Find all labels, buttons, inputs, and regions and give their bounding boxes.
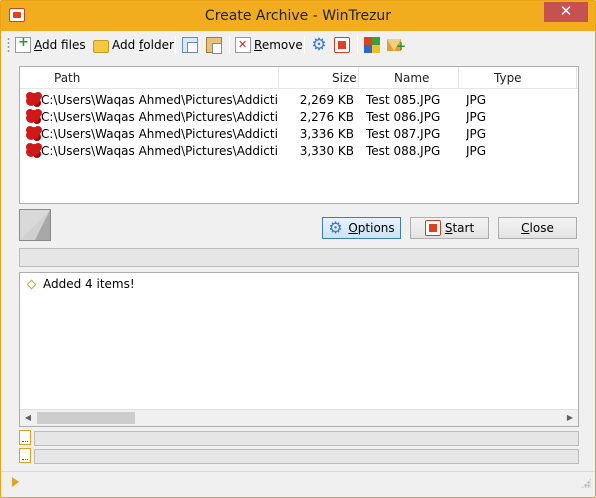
cell-type: JPG — [466, 110, 487, 124]
image-file-icon — [28, 144, 40, 156]
column-divider[interactable] — [278, 67, 279, 89]
add-files-icon — [15, 35, 31, 53]
progress-bar — [19, 248, 579, 267]
cell-size: 3,336 KB — [299, 127, 354, 141]
list-header: Path Size Name Type — [20, 67, 578, 89]
start-label: Start — [444, 221, 475, 235]
windows-logo-icon — [364, 37, 380, 53]
resize-grip[interactable] — [581, 478, 591, 488]
column-header-path[interactable]: Path — [54, 71, 80, 85]
cell-type: JPG — [466, 127, 487, 141]
cell-path: C:\Users\Waqas Ahmed\Pictures\Addictive … — [41, 127, 277, 141]
cell-name: Test 087.JPG — [366, 127, 441, 141]
total-progress-bar — [34, 449, 579, 464]
column-header-size[interactable]: Size — [332, 71, 357, 85]
cell-name: Test 085.JPG — [366, 93, 441, 107]
table-row[interactable]: C:\Users\Waqas Ahmed\Pictures\Addictive … — [20, 91, 578, 109]
play-arrow-icon — [12, 477, 19, 487]
table-row[interactable]: C:\Users\Waqas Ahmed\Pictures\Addictive … — [20, 108, 578, 126]
image-file-icon — [28, 110, 40, 122]
log-entry: Added 4 items! — [26, 277, 135, 291]
copy-icon — [182, 37, 198, 53]
close-label: Close — [521, 221, 554, 235]
log-entry-text: Added 4 items! — [43, 277, 135, 291]
copy-button[interactable] — [182, 34, 201, 56]
file-progress-bar — [34, 431, 579, 446]
gear-icon: ⚙ — [311, 35, 327, 55]
envelope-icon — [19, 209, 51, 241]
add-folder-label: Add folder — [112, 38, 174, 52]
image-file-icon — [28, 93, 40, 105]
toolbar-separator — [229, 36, 230, 54]
info-diamond-icon — [26, 279, 37, 289]
windows-button[interactable] — [364, 34, 383, 56]
cell-name: Test 086.JPG — [366, 110, 441, 124]
add-files-label: Add files — [34, 38, 86, 52]
paste-icon — [206, 37, 222, 54]
total-progress-icon — [19, 448, 31, 463]
cell-size: 2,276 KB — [299, 110, 354, 124]
options-button[interactable]: ⚙ Options — [322, 217, 401, 239]
toolbar-separator — [304, 36, 305, 54]
cell-type: JPG — [466, 93, 487, 107]
table-row[interactable]: C:\Users\Waqas Ahmed\Pictures\Addictive … — [20, 142, 578, 160]
window-title: Create Archive - WinTrezur — [204, 8, 392, 24]
add-files-button[interactable]: Add files — [15, 34, 86, 56]
status-bar — [1, 471, 595, 491]
log-panel[interactable]: Added 4 items! ◀ ▶ — [19, 272, 579, 427]
column-divider[interactable] — [576, 67, 577, 89]
wintrezur-icon — [334, 37, 350, 53]
add-folder-button[interactable]: Add folder — [93, 34, 174, 56]
column-divider[interactable] — [458, 67, 459, 89]
remove-button[interactable]: Remove — [235, 34, 303, 56]
envelope-add-icon — [387, 37, 406, 53]
options-label: Options — [348, 221, 395, 235]
settings-button[interactable]: ⚙ — [311, 34, 330, 56]
image-file-icon — [28, 127, 40, 139]
toolbar-separator — [175, 36, 176, 54]
create-archive-window: Create Archive - WinTrezur ✕ Add files A… — [0, 0, 596, 498]
wintrezur-button[interactable] — [334, 34, 353, 56]
start-icon — [424, 220, 441, 236]
cell-path: C:\Users\Waqas Ahmed\Pictures\Addictive … — [41, 93, 277, 107]
column-header-type[interactable]: Type — [494, 71, 522, 85]
window-close-button[interactable]: ✕ — [544, 2, 588, 22]
cell-size: 2,269 KB — [299, 93, 354, 107]
scroll-right-arrow-icon[interactable]: ▶ — [565, 413, 575, 422]
remove-icon — [235, 37, 251, 53]
cell-name: Test 088.JPG — [366, 144, 441, 158]
new-archive-button[interactable] — [387, 34, 406, 56]
column-header-name[interactable]: Name — [394, 71, 429, 85]
folder-icon — [93, 39, 109, 53]
cell-size: 3,330 KB — [299, 144, 354, 158]
column-divider[interactable] — [358, 67, 359, 89]
scroll-left-arrow-icon[interactable]: ◀ — [23, 413, 33, 422]
close-button[interactable]: Close — [498, 217, 577, 239]
cell-path: C:\Users\Waqas Ahmed\Pictures\Addictive … — [41, 110, 277, 124]
toolbar: Add files Add folder Remove ⚙ — [7, 33, 591, 57]
remove-label: Remove — [254, 38, 303, 52]
scrollbar-thumb[interactable] — [37, 412, 135, 424]
toolbar-grip[interactable] — [7, 37, 10, 53]
gear-icon: ⚙ — [328, 218, 343, 237]
cell-type: JPG — [466, 144, 487, 158]
horizontal-scrollbar[interactable]: ◀ ▶ — [20, 409, 578, 426]
file-list[interactable]: Path Size Name Type C:\Users\Waqas Ahmed… — [19, 66, 579, 204]
cell-path: C:\Users\Waqas Ahmed\Pictures\Addictive … — [41, 144, 277, 158]
title-bar[interactable]: Create Archive - WinTrezur ✕ — [1, 1, 595, 31]
file-progress-icon — [19, 430, 31, 445]
table-row[interactable]: C:\Users\Waqas Ahmed\Pictures\Addictive … — [20, 125, 578, 143]
paste-button[interactable] — [206, 34, 225, 56]
start-button[interactable]: Start — [410, 217, 489, 239]
toolbar-separator — [357, 36, 358, 54]
